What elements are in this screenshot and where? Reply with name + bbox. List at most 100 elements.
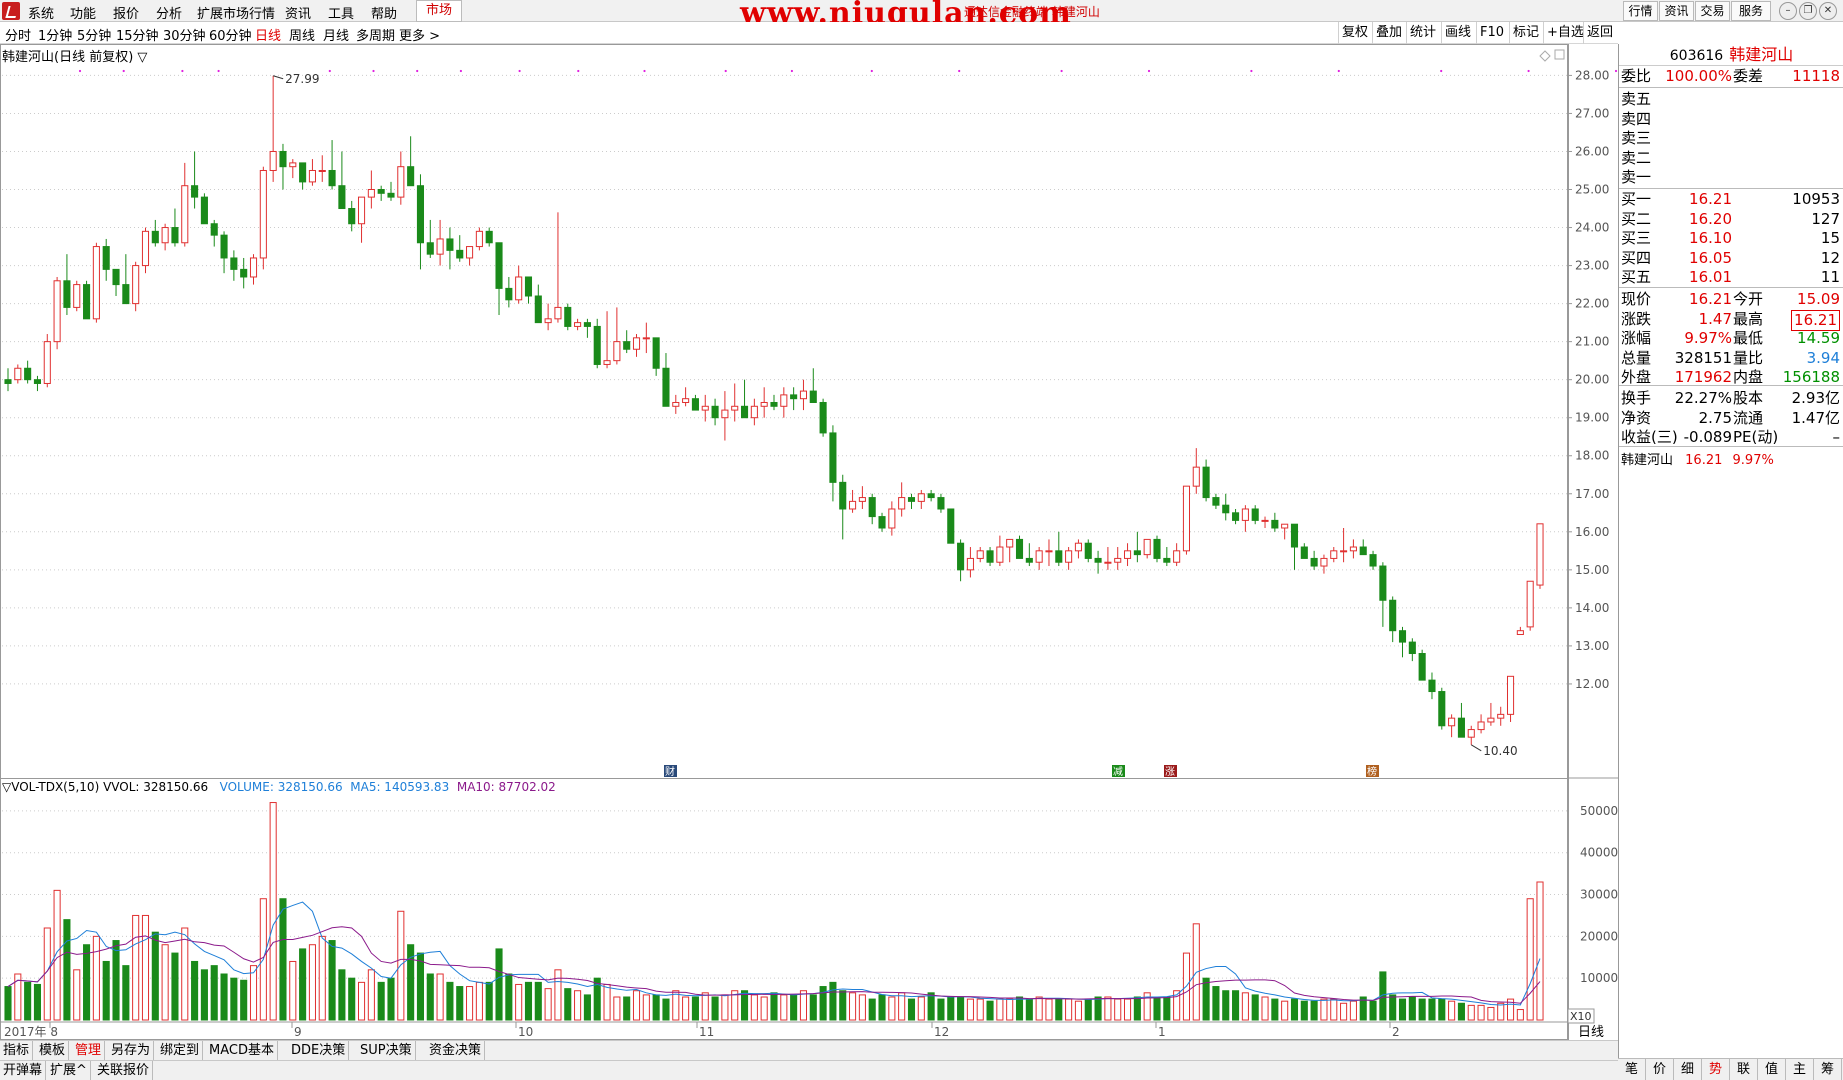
volume-bar	[200, 969, 208, 1021]
volume-bar	[1398, 998, 1407, 1021]
status-item[interactable]: 关联报价	[94, 1061, 154, 1080]
candle-body	[1114, 557, 1122, 563]
mini-pct: 9.97%	[1732, 453, 1774, 468]
low-marker-arrow	[1470, 744, 1482, 752]
date-label: 9	[294, 1025, 302, 1039]
buy-volume: 12	[1820, 248, 1840, 267]
buy-volume: 15	[1820, 229, 1840, 247]
candle-body	[760, 401, 768, 407]
right-tab[interactable]: 细	[1674, 1059, 1702, 1080]
candle-body	[1330, 550, 1338, 559]
buy-label: 买一	[1621, 190, 1652, 208]
candle-body	[593, 325, 601, 365]
signal-dot	[1440, 69, 1443, 73]
right-tab[interactable]: 主	[1786, 1059, 1814, 1080]
candle-body	[1526, 580, 1534, 628]
buy-row: 买三 16.10 15	[1619, 229, 1843, 248]
volume-bar	[829, 981, 837, 1021]
right-tab[interactable]: 笔	[1618, 1059, 1646, 1080]
right-tab[interactable]: 值	[1758, 1059, 1786, 1080]
kline-chart[interactable]: 28.00 27.00 26.00 25.00 24.00 23.00 22.00 21.00…	[0, 0, 1618, 1040]
candle-body	[1467, 729, 1475, 738]
stat-label: 总量	[1621, 348, 1652, 367]
volume-bar	[1123, 998, 1132, 1021]
volume-bar	[937, 998, 945, 1021]
buy-row: 买二 16.20 127	[1619, 210, 1843, 229]
status-item[interactable]: 扩展^	[47, 1061, 91, 1080]
sell-row: 卖四	[1619, 110, 1843, 129]
candle-body	[1290, 523, 1299, 548]
volume-bar	[181, 927, 189, 1021]
volume-bar	[1438, 998, 1446, 1021]
volume-bar	[348, 977, 356, 1021]
indicator-tab[interactable]: 模板	[36, 1041, 70, 1061]
toolbar-quote-button[interactable]: 行情	[1623, 1, 1658, 21]
volume-bar	[73, 969, 81, 1021]
indicator-tab[interactable]: 绑定到	[157, 1041, 204, 1061]
restore-icon[interactable]: ❐	[1799, 2, 1817, 20]
indicator-tab[interactable]: 另存为	[108, 1041, 155, 1061]
indicator-tab[interactable]: 资金决策	[426, 1041, 486, 1061]
indicator-tab[interactable]: 指标	[0, 1041, 34, 1061]
candle-body	[524, 276, 533, 297]
volume-bar	[112, 940, 120, 1021]
fund-row: 换手 22.27% 股本 2.93亿	[1619, 389, 1843, 408]
volume-bar	[583, 994, 591, 1021]
candle-body	[790, 394, 798, 400]
candle-body	[397, 166, 405, 198]
volume-bar	[132, 914, 140, 1021]
volume-bar	[269, 802, 277, 1021]
volume-bar	[1084, 998, 1092, 1021]
signal-dot	[1147, 69, 1151, 73]
candle-body	[1133, 550, 1141, 556]
price-tick-label: 14.00	[1575, 601, 1609, 615]
volume-bar	[416, 952, 425, 1021]
buy-label: 买三	[1621, 229, 1652, 247]
candle-body	[583, 322, 591, 327]
candle-body	[849, 500, 857, 510]
volume-bar	[554, 969, 562, 1021]
candle-body	[289, 162, 297, 168]
indicator-tab[interactable]: MACD基本	[206, 1041, 278, 1061]
indicator-tab[interactable]: SUP决策	[357, 1041, 416, 1061]
candle-body	[1222, 504, 1230, 514]
candle-body	[996, 546, 1004, 563]
indicator-tab[interactable]: 管理	[72, 1041, 106, 1061]
volume-bar	[299, 948, 307, 1021]
volume-bar	[1281, 1000, 1289, 1021]
status-item[interactable]: 开弹幕	[0, 1061, 47, 1080]
price-tick-label: 21.00	[1575, 335, 1609, 349]
minimize-icon[interactable]: –	[1779, 2, 1797, 20]
stat-value-2: 16.21	[1791, 309, 1840, 331]
candle-body	[1536, 523, 1544, 586]
candle-body	[868, 497, 876, 518]
right-tab[interactable]: 筹	[1814, 1059, 1842, 1080]
candle-body	[1457, 717, 1465, 738]
volume-bar	[1212, 986, 1220, 1021]
date-label: 11	[699, 1025, 714, 1039]
toolbar-trade-button[interactable]: 交易	[1695, 1, 1730, 21]
right-tab[interactable]: 价	[1646, 1059, 1674, 1080]
volume-bar	[898, 992, 906, 1021]
candle-body	[426, 242, 434, 255]
right-tab[interactable]: 联	[1730, 1059, 1758, 1080]
close-icon[interactable]: ✕	[1819, 2, 1837, 20]
indicator-tab[interactable]: DDE决策	[288, 1041, 350, 1061]
volume-bar	[505, 973, 513, 1021]
fund-row: 收益(三) -0.089 PE(动) –	[1619, 428, 1843, 447]
volume-bar	[799, 990, 808, 1021]
candle-body	[269, 150, 277, 171]
toolbar-service-button[interactable]: 服务	[1731, 1, 1771, 21]
toolbar-info-button[interactable]: 资讯	[1659, 1, 1694, 21]
fund-value: 22.27%	[1674, 389, 1732, 407]
candle-body	[456, 249, 464, 259]
volume-bar	[495, 948, 503, 1021]
candle-body	[878, 516, 886, 529]
right-tab[interactable]: 势	[1702, 1059, 1730, 1080]
volume-bar	[161, 944, 169, 1021]
volume-bar	[1330, 998, 1338, 1021]
volume-bar	[957, 996, 965, 1021]
stat-value-2: 14.59	[1797, 329, 1840, 347]
candle-body	[858, 497, 866, 502]
candle-body	[191, 185, 199, 198]
